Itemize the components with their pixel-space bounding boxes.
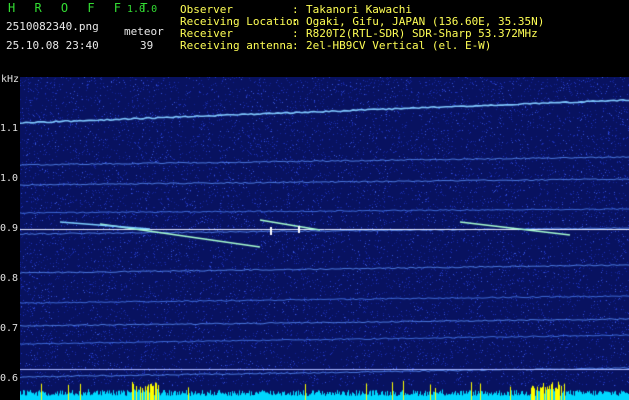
y-tick-label: 0.9 — [0, 223, 19, 234]
y-tick-label: 0.8 — [0, 273, 19, 284]
y-tick-label: 1.0 — [0, 173, 19, 184]
info-label-antenna: Receiving antenna — [180, 39, 293, 52]
info-value-antenna: 2el-HB9CV Vertical (el. E-W) — [306, 39, 492, 52]
file-name: 2510082340.png — [6, 20, 99, 33]
meteor-label: meteor — [124, 25, 164, 38]
y-tick-label: 0.7 — [0, 323, 19, 334]
y-tick-label: 0.6 — [0, 373, 19, 384]
app-version: 1.0.0 — [127, 4, 158, 15]
spectrogram-display — [20, 77, 629, 400]
meteor-count: 39 — [140, 39, 154, 52]
header-panel: H R O F F T 1.0.0 2510082340.png 25.10.0… — [0, 0, 629, 72]
y-axis-unit: kHz — [1, 74, 20, 85]
info-colon: : — [292, 39, 299, 52]
datetime: 25.10.08 23:40 — [6, 39, 99, 52]
y-tick-label: 1.1 — [0, 123, 19, 134]
